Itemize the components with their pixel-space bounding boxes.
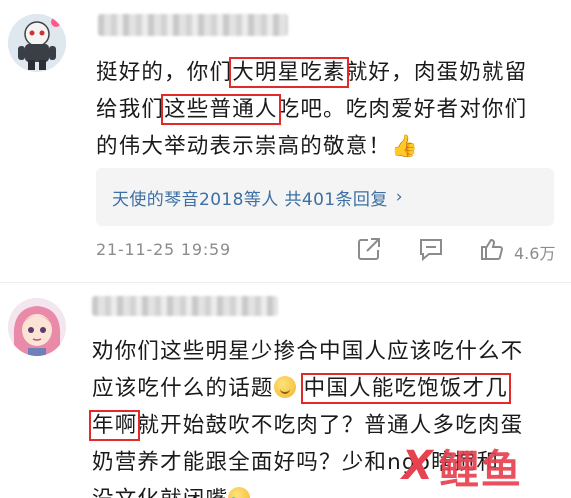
text-segment: 劝你们这些明星少掺合中国人应该吃什么不 <box>92 339 524 364</box>
comment-text: 挺好的，你们大明星吃素就好，肉蛋奶就留 给我们这些普通人吃吧。吃肉爱好者对你们 … <box>96 54 566 165</box>
text-segment: 没文化就闭嘴 <box>92 487 228 498</box>
smile-emoji <box>273 376 296 398</box>
like-count: 4.6万 <box>514 244 556 263</box>
text-segment: 应该吃什么的话题 <box>92 376 274 401</box>
comment-line: 的伟大举动表示崇高的敬意！👍 <box>96 128 566 165</box>
replies-label: 天使的琴音2018等人 共401条回复 <box>112 189 388 210</box>
watermark-logo: X 鲤鱼 <box>402 437 567 495</box>
watermark-text: 鲤鱼 <box>438 447 523 493</box>
text-segment: 给我们 <box>96 97 165 122</box>
divider <box>0 282 571 283</box>
comment-line: 给我们这些普通人吃吧。吃肉爱好者对你们 <box>96 91 566 128</box>
text-segment: 挺好的，你们 <box>96 60 233 85</box>
text-segment: 就好，肉蛋奶就留 <box>345 60 528 85</box>
text-segment: 的伟大举动表示崇高的敬意！👍 <box>96 134 420 159</box>
highlighted-phrase: 这些普通人 <box>161 94 281 125</box>
highlighted-phrase: 年啊 <box>88 410 141 441</box>
view-replies-button[interactable]: 天使的琴音2018等人 共401条回复 › <box>96 168 554 226</box>
comment-line: 挺好的，你们大明星吃素就好，肉蛋奶就留 <box>96 54 566 91</box>
comment-icon[interactable] <box>418 236 446 264</box>
comment-actions: 21-11-25 19:59 4.6万 <box>96 236 566 266</box>
watermark-mark: X <box>402 443 433 489</box>
user-avatar[interactable] <box>8 14 66 72</box>
text-segment: 就开始鼓吹不吃肉了？普通人多吃肉蛋 <box>137 413 524 438</box>
timestamp: 21-11-25 19:59 <box>96 240 232 259</box>
chevron-right-icon: › <box>395 187 403 207</box>
text-segment: 吃吧。吃肉爱好者对你们 <box>277 97 528 122</box>
highlighted-phrase: 大明星吃素 <box>229 57 349 88</box>
like-icon[interactable] <box>479 236 507 264</box>
comment-feed: 挺好的，你们大明星吃素就好，肉蛋奶就留 给我们这些普通人吃吧。吃肉爱好者对你们 … <box>0 0 571 498</box>
cry-emoji <box>228 487 251 498</box>
highlighted-phrase: 中国人能吃饱饭才几 <box>300 373 511 404</box>
username-redacted[interactable] <box>98 14 288 36</box>
username-redacted[interactable] <box>92 296 278 316</box>
comment-line: 劝你们这些明星少掺合中国人应该吃什么不 <box>92 333 562 370</box>
share-icon[interactable] <box>356 236 384 264</box>
user-avatar[interactable] <box>8 298 66 356</box>
comment-line: 应该吃什么的话题 中国人能吃饱饭才几 <box>92 370 562 407</box>
